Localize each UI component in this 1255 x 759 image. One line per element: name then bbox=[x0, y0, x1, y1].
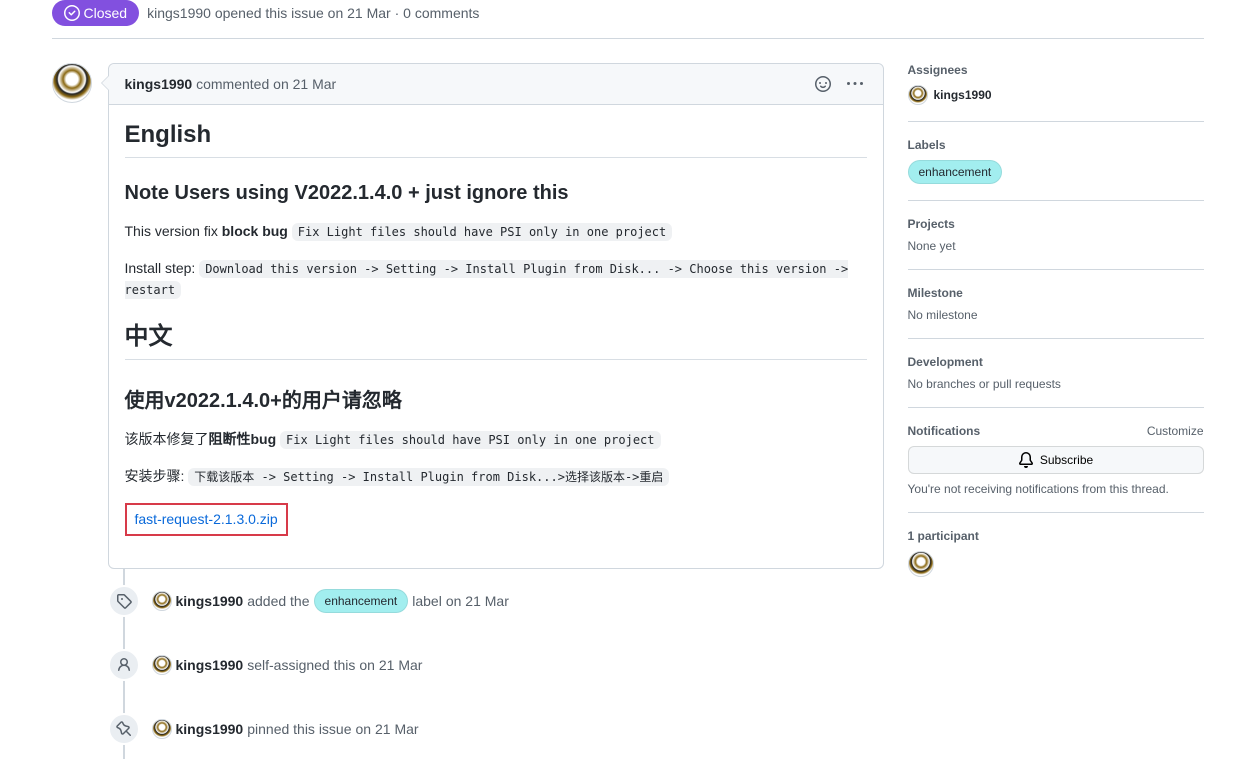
sidebar-notifications: Notifications Customize Subscribe You're… bbox=[908, 408, 1204, 513]
subheading-chinese: 使用v2022.1.4.0+的用户请忽略 bbox=[125, 384, 867, 413]
timeline-action: added the bbox=[247, 593, 309, 609]
paragraph-fix-zh: 该版本修复了阻断性bug Fix Light files should have… bbox=[125, 429, 867, 450]
sidebar-heading: Projects bbox=[908, 217, 1204, 231]
sidebar-heading: Notifications bbox=[908, 424, 981, 438]
sidebar: Assignees kings1990 Labels enhancement P… bbox=[908, 63, 1204, 759]
sidebar-heading: Assignees bbox=[908, 63, 1204, 77]
kebab-icon[interactable] bbox=[843, 72, 867, 96]
timeline-author[interactable]: kings1990 bbox=[176, 721, 244, 737]
attachment-link[interactable]: fast-request-2.1.3.0.zip bbox=[125, 503, 288, 536]
timeline-action: pinned this issue bbox=[247, 721, 351, 737]
bell-icon bbox=[1018, 452, 1034, 468]
timeline-author[interactable]: kings1990 bbox=[176, 657, 244, 673]
avatar[interactable] bbox=[152, 655, 172, 675]
sidebar-value: No branches or pull requests bbox=[908, 377, 1204, 391]
timeline-action-post: label bbox=[412, 593, 442, 609]
comment-body: English Note Users using V2022.1.4.0 + j… bbox=[109, 105, 883, 568]
issue-meta: kings1990 opened this issue on 21 Mar · … bbox=[147, 5, 479, 21]
avatar[interactable] bbox=[152, 591, 172, 611]
comment-date[interactable]: on 21 Mar bbox=[273, 76, 336, 92]
label-pill[interactable]: enhancement bbox=[314, 589, 409, 613]
sidebar-milestone[interactable]: Milestone No milestone bbox=[908, 270, 1204, 339]
timeline: kings1990 added the enhancement label on… bbox=[108, 569, 884, 759]
sidebar-heading: Development bbox=[908, 355, 1204, 369]
subscribe-label: Subscribe bbox=[1040, 453, 1093, 467]
sidebar-projects[interactable]: Projects None yet bbox=[908, 201, 1204, 270]
comment-action: commented bbox=[196, 76, 269, 92]
issue-closed-icon bbox=[64, 5, 80, 21]
timeline-item-pin: kings1990 pinned this issue on 21 Mar bbox=[108, 697, 884, 759]
sidebar-value: No milestone bbox=[908, 308, 1204, 322]
label-pill[interactable]: enhancement bbox=[908, 160, 1003, 184]
sidebar-development[interactable]: Development No branches or pull requests bbox=[908, 339, 1204, 408]
heading-english: English bbox=[125, 121, 867, 158]
assignee-name[interactable]: kings1990 bbox=[934, 88, 992, 102]
sidebar-assignees[interactable]: Assignees kings1990 bbox=[908, 63, 1204, 122]
comment-header: kings1990 commented on 21 Mar bbox=[109, 64, 883, 105]
notification-desc: You're not receiving notifications from … bbox=[908, 482, 1204, 496]
timeline-date[interactable]: on 21 Mar bbox=[446, 593, 509, 609]
sidebar-heading: 1 participant bbox=[908, 529, 1204, 543]
tag-icon bbox=[108, 585, 140, 617]
sidebar-value: None yet bbox=[908, 239, 1204, 253]
issue-header: Closed kings1990 opened this issue on 21… bbox=[52, 0, 1204, 39]
issue-date[interactable]: on 21 Mar bbox=[328, 5, 391, 21]
comment-box: kings1990 commented on 21 Mar English bbox=[108, 63, 884, 569]
sidebar-participants: 1 participant bbox=[908, 513, 1204, 593]
customize-link[interactable]: Customize bbox=[1147, 424, 1204, 438]
issue-author[interactable]: kings1990 bbox=[147, 5, 211, 21]
issue-action: opened this issue bbox=[215, 5, 324, 21]
avatar[interactable] bbox=[152, 719, 172, 739]
paragraph-fix: This version fix block bug Fix Light fil… bbox=[125, 221, 867, 242]
status-text: Closed bbox=[84, 5, 128, 21]
emoji-icon[interactable] bbox=[811, 72, 835, 96]
timeline-item-assign: kings1990 self-assigned this on 21 Mar bbox=[108, 633, 884, 697]
subheading-english: Note Users using V2022.1.4.0 + just igno… bbox=[125, 182, 867, 205]
sidebar-heading: Labels bbox=[908, 138, 1204, 152]
status-badge: Closed bbox=[52, 0, 140, 26]
paragraph-install: Install step: Download this version -> S… bbox=[125, 258, 867, 300]
timeline-date[interactable]: on 21 Mar bbox=[359, 657, 422, 673]
paragraph-install-zh: 安装步骤: 下载该版本 -> Setting -> Install Plugin… bbox=[125, 466, 867, 487]
timeline-date[interactable]: on 21 Mar bbox=[356, 721, 419, 737]
issue-comments-count: 0 comments bbox=[403, 5, 479, 21]
subscribe-button[interactable]: Subscribe bbox=[908, 446, 1204, 474]
sidebar-heading: Milestone bbox=[908, 286, 1204, 300]
comment-author[interactable]: kings1990 bbox=[125, 76, 193, 92]
timeline-item-label: kings1990 added the enhancement label on… bbox=[108, 569, 884, 633]
heading-chinese: 中文 bbox=[125, 316, 867, 360]
person-icon bbox=[108, 649, 140, 681]
timeline-action: self-assigned this bbox=[247, 657, 355, 673]
avatar[interactable] bbox=[908, 85, 928, 105]
pin-icon bbox=[108, 713, 140, 745]
avatar[interactable] bbox=[908, 551, 934, 577]
sidebar-labels[interactable]: Labels enhancement bbox=[908, 122, 1204, 201]
avatar[interactable] bbox=[52, 63, 92, 103]
timeline-author[interactable]: kings1990 bbox=[176, 593, 244, 609]
